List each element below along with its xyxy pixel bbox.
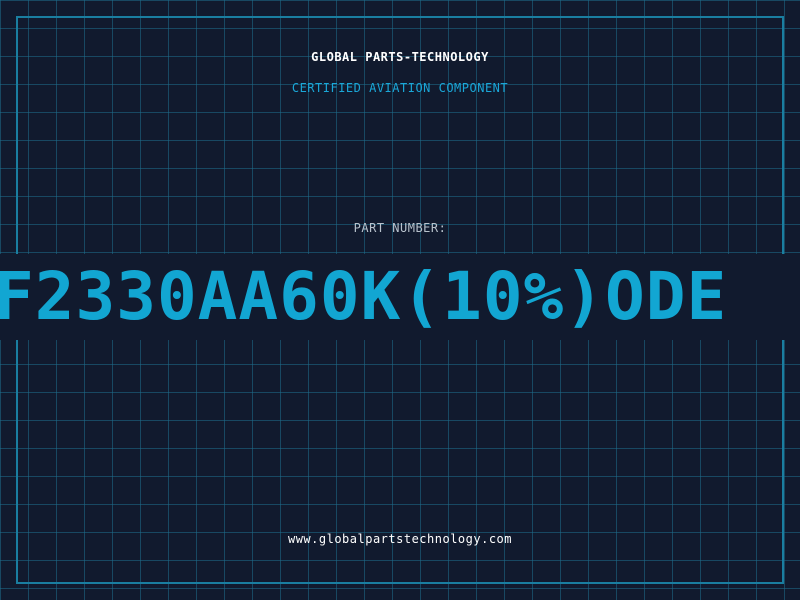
company-name: GLOBAL PARTS-TECHNOLOGY — [311, 50, 489, 64]
part-number-value: F2330AA60K(10%)ODE — [0, 258, 728, 335]
certification-subtitle: CERTIFIED AVIATION COMPONENT — [291, 81, 509, 95]
website-url: www.globalpartstechnology.com — [287, 532, 512, 546]
certificate-card: GLOBAL PARTS-TECHNOLOGY CERTIFIED AVIATI… — [0, 0, 800, 600]
part-number-band: F2330AA60K(10%)ODE — [0, 254, 800, 340]
part-number-label: PART NUMBER: — [353, 221, 447, 235]
